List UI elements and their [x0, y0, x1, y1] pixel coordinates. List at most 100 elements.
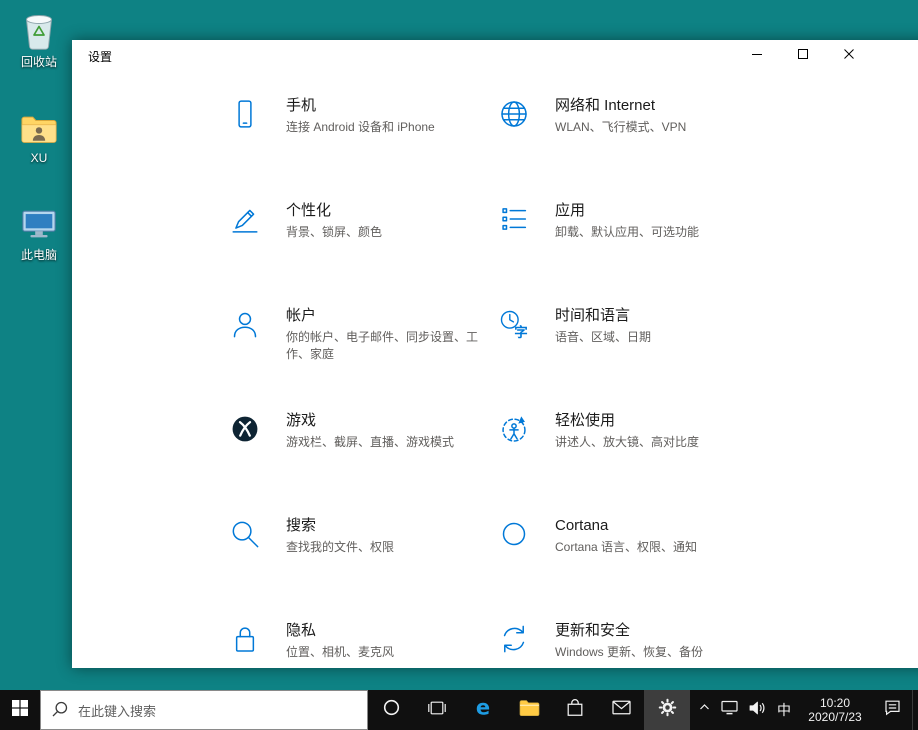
settings-category-apps[interactable]: 应用卸载、默认应用、可选功能 — [491, 191, 760, 296]
category-title: 轻松使用 — [555, 411, 699, 431]
show-desktop-button[interactable] — [912, 690, 918, 730]
category-subtitle: 游戏栏、截屏、直播、游戏模式 — [286, 434, 454, 451]
svg-text:e: e — [476, 696, 490, 720]
speaker-icon — [748, 700, 766, 721]
taskbar-store-button[interactable] — [552, 690, 598, 730]
category-subtitle: 查找我的文件、权限 — [286, 539, 394, 556]
personalization-icon — [230, 204, 260, 234]
settings-category-time-language[interactable]: 字 时间和语言语音、区域、日期 — [491, 296, 760, 401]
edge-icon: e — [471, 696, 495, 725]
settings-category-search[interactable]: 搜索查找我的文件、权限 — [222, 506, 491, 611]
taskbar-settings-button[interactable] — [644, 690, 690, 730]
globe-icon — [499, 99, 529, 129]
category-subtitle: 背景、锁屏、颜色 — [286, 224, 382, 241]
settings-category-personalization[interactable]: 个性化背景、锁屏、颜色 — [222, 191, 491, 296]
recycle-bin-icon — [20, 12, 58, 50]
desktop-icon-this-pc[interactable]: 此电脑 — [8, 205, 70, 263]
chevron-up-icon — [698, 701, 711, 719]
category-title: 隐私 — [286, 621, 394, 641]
settings-category-phone[interactable]: 手机连接 Android 设备和 iPhone — [222, 86, 491, 191]
desktop-icon-label: 回收站 — [21, 53, 57, 70]
privacy-icon — [230, 624, 260, 654]
window-titlebar: 设置 — [72, 40, 918, 72]
mail-icon — [612, 700, 631, 720]
store-icon — [566, 698, 584, 722]
category-subtitle: 语音、区域、日期 — [555, 329, 651, 346]
cortana-icon — [499, 519, 529, 549]
taskbar-button-row: e — [368, 690, 690, 730]
category-title: 网络和 Internet — [555, 96, 686, 116]
settings-category-ease-of-access[interactable]: 轻松使用讲述人、放大镜、高对比度 — [491, 401, 760, 506]
minimize-button[interactable] — [734, 40, 780, 70]
category-title: 更新和安全 — [555, 621, 703, 641]
task-view-icon — [428, 699, 446, 722]
category-title: 搜索 — [286, 516, 394, 536]
search-icon — [52, 701, 68, 720]
caption-buttons — [734, 40, 872, 70]
taskbar-mail-button[interactable] — [598, 690, 644, 730]
phone-icon — [230, 99, 260, 129]
category-subtitle: WLAN、飞行模式、VPN — [555, 119, 686, 136]
settings-category-grid: 手机连接 Android 设备和 iPhone 网络和 Internet WLAN、… — [222, 86, 760, 716]
maximize-button[interactable] — [780, 40, 826, 70]
settings-category-network[interactable]: 网络和 Internet WLAN、飞行模式、VPN — [491, 86, 760, 191]
category-subtitle: 连接 Android 设备和 iPhone — [286, 119, 435, 136]
desktop-icon-label: XU — [31, 151, 48, 165]
search-placeholder: 在此键入搜索 — [78, 701, 156, 720]
system-tray: 中 10:20 2020/7/23 — [692, 690, 918, 730]
folder-user-icon — [20, 110, 58, 148]
desktop-icon-label: 此电脑 — [21, 246, 57, 263]
settings-category-cortana[interactable]: Cortana Cortana 语言、权限、通知 — [491, 506, 760, 611]
settings-category-gaming[interactable]: 游戏游戏栏、截屏、直播、游戏模式 — [222, 401, 491, 506]
category-title: 个性化 — [286, 201, 382, 221]
accounts-icon — [230, 309, 260, 339]
file-explorer-icon — [519, 699, 540, 722]
action-center-button[interactable] — [872, 690, 912, 730]
clock-time: 10:20 — [820, 696, 850, 710]
windows-logo-icon — [12, 700, 28, 721]
svg-text:字: 字 — [514, 324, 528, 339]
search-icon — [230, 519, 260, 549]
taskbar-search-box[interactable]: 在此键入搜索 — [40, 690, 368, 730]
category-subtitle: 讲述人、放大镜、高对比度 — [555, 434, 699, 451]
taskbar-file-explorer-button[interactable] — [506, 690, 552, 730]
category-subtitle: 位置、相机、麦克风 — [286, 644, 394, 661]
desktop-icon-recycle-bin[interactable]: 回收站 — [8, 12, 70, 70]
time-language-icon: 字 — [499, 309, 529, 339]
start-button[interactable] — [0, 690, 40, 730]
close-button[interactable] — [826, 40, 872, 70]
cortana-icon — [383, 699, 400, 721]
category-title: Cortana — [555, 516, 697, 536]
taskbar-edge-button[interactable]: e — [460, 690, 506, 730]
settings-window: 设置 手机连接 Android 设备和 iPhone 网络和 Internet WL… — [72, 40, 918, 668]
settings-icon — [658, 698, 677, 722]
network-tray-button[interactable] — [716, 690, 743, 730]
volume-tray-button[interactable] — [743, 690, 770, 730]
desktop-icon-user-folder[interactable]: XU — [8, 110, 70, 165]
category-subtitle: 你的帐户、电子邮件、同步设置、工作、家庭 — [286, 329, 484, 363]
close-icon — [844, 46, 854, 64]
clock-date: 2020/7/23 — [808, 710, 861, 724]
category-title: 时间和语言 — [555, 306, 651, 326]
apps-icon — [499, 204, 529, 234]
category-subtitle: Cortana 语言、权限、通知 — [555, 539, 697, 556]
category-title: 帐户 — [286, 306, 484, 326]
gaming-icon — [230, 414, 260, 444]
settings-category-accounts[interactable]: 帐户你的帐户、电子邮件、同步设置、工作、家庭 — [222, 296, 491, 401]
taskbar-cortana-button[interactable] — [368, 690, 414, 730]
ease-of-access-icon — [499, 414, 529, 444]
taskbar-task-view-button[interactable] — [414, 690, 460, 730]
tray-expand-button[interactable] — [692, 690, 716, 730]
category-title: 手机 — [286, 96, 435, 116]
category-subtitle: Windows 更新、恢复、备份 — [555, 644, 703, 661]
category-title: 游戏 — [286, 411, 454, 431]
this-pc-icon — [20, 205, 58, 243]
minimize-icon — [752, 46, 762, 64]
network-icon — [721, 700, 738, 720]
maximize-icon — [798, 46, 808, 64]
update-security-icon — [499, 624, 529, 654]
clock[interactable]: 10:20 2020/7/23 — [798, 690, 872, 730]
window-title: 设置 — [88, 48, 112, 65]
ime-indicator[interactable]: 中 — [770, 690, 798, 730]
taskbar: 在此键入搜索 e 中 10:20 2020/7/23 — [0, 690, 918, 730]
